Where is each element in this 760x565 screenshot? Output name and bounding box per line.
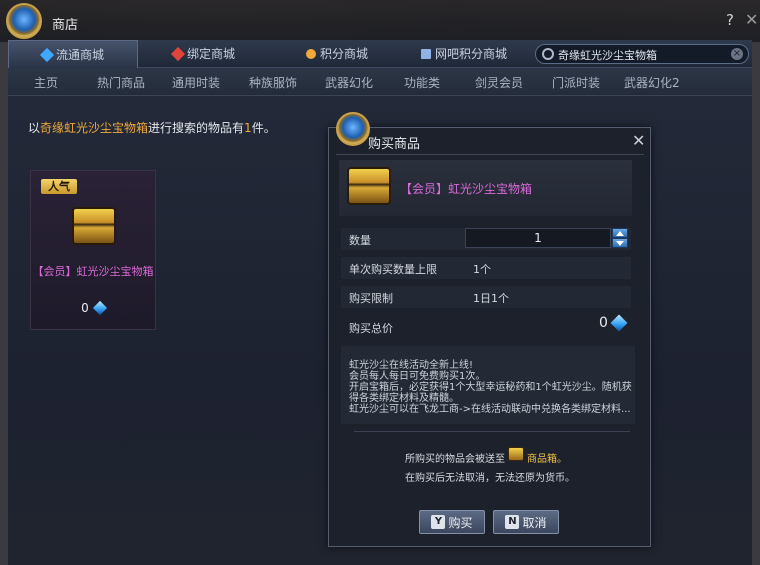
nav-item-costume[interactable]: 通用时装 <box>172 74 220 91</box>
nav-item-home[interactable]: 主页 <box>34 74 58 91</box>
shop-window: 商店 ? ✕ 流通商城 绑定商城 积分商城 网吧积分商城 奇缘虹光沙尘宝物箱 ×… <box>0 0 760 565</box>
item-box-label: 商品箱。 <box>527 454 567 465</box>
help-icon[interactable]: ? <box>726 11 734 29</box>
shop-logo-icon <box>336 112 370 146</box>
search-input[interactable]: 奇缘虹光沙尘宝物箱 × <box>535 44 749 64</box>
search-icon <box>542 48 554 60</box>
description-line: 虹光沙尘可以在飞龙工商->在线活动联动中兑换各类绑定材料... <box>349 404 631 415</box>
cancel-label: 取消 <box>522 515 547 530</box>
divider <box>354 431 630 432</box>
shop-logo-icon <box>6 3 42 39</box>
total-value: 0 <box>599 315 608 331</box>
quantity-decrease-button[interactable] <box>612 238 628 248</box>
gold-coin-icon <box>306 49 316 59</box>
nav-item-weapon-skin-2[interactable]: 武器幻化2 <box>624 74 680 91</box>
dialog-item-name: 【会员】虹光沙尘宝物箱 <box>400 182 533 196</box>
blue-gem-icon <box>92 300 107 316</box>
tab-label: 流通商城 <box>55 47 104 62</box>
buy-button[interactable]: Y 购买 <box>419 510 485 534</box>
item-price: 0 <box>31 300 155 316</box>
close-icon[interactable]: ✕ <box>745 10 758 29</box>
tab-label: 网吧积分商城 <box>435 47 508 61</box>
restrict-label: 购买限制 <box>349 292 393 305</box>
hotkey-y: Y <box>431 515 446 529</box>
result-middle: 进行搜索的物品有 <box>148 121 245 135</box>
treasure-chest-icon <box>72 207 116 245</box>
item-card[interactable]: 人气 【会员】虹光沙尘宝物箱 0 <box>30 170 156 330</box>
red-gem-icon <box>170 46 186 62</box>
nav-item-weapon-skin[interactable]: 武器幻化 <box>325 74 373 91</box>
blue-gem-icon <box>39 47 55 62</box>
quantity-label: 数量 <box>349 234 371 247</box>
delivery-note-text: 所购买的物品会被送至 <box>405 454 505 465</box>
result-count: 1 <box>244 121 252 135</box>
dialog-title: 购买商品 <box>368 137 421 152</box>
tab-bound-mall[interactable]: 绑定商城 <box>170 40 236 68</box>
tab-label: 积分商城 <box>320 47 369 61</box>
arrow-down-icon <box>616 241 624 246</box>
limit-value: 1个 <box>473 263 491 276</box>
nav-item-hot[interactable]: 热门商品 <box>97 74 145 91</box>
buy-label: 购买 <box>448 515 473 530</box>
tab-points-mall[interactable]: 积分商城 <box>306 40 368 68</box>
category-nav: 主页 热门商品 通用时装 种族服饰 武器幻化 功能类 剑灵会员 门派时装 武器幻… <box>8 68 752 96</box>
limit-label: 单次购买数量上限 <box>349 263 437 276</box>
price-value: 0 <box>81 301 89 315</box>
nav-item-sect[interactable]: 门派时装 <box>552 74 600 91</box>
item-box-icon <box>508 447 524 461</box>
quantity-increase-button[interactable] <box>612 228 628 238</box>
divider <box>336 154 644 155</box>
cancel-button[interactable]: N 取消 <box>493 510 559 534</box>
tab-netcafe-mall[interactable]: 网吧积分商城 <box>421 40 507 68</box>
monitor-icon <box>421 49 431 59</box>
nav-item-race[interactable]: 种族服饰 <box>249 74 297 91</box>
result-suffix: 件。 <box>251 121 276 135</box>
item-name: 【会员】虹光沙尘宝物箱 <box>32 265 154 278</box>
search-value: 奇缘虹光沙尘宝物箱 <box>558 49 657 62</box>
total-label: 购买总价 <box>349 322 393 335</box>
popular-badge: 人气 <box>41 179 77 194</box>
treasure-chest-icon <box>347 167 391 205</box>
clear-search-icon[interactable]: × <box>731 48 743 60</box>
result-keyword: 奇缘虹光沙尘宝物箱 <box>40 121 149 135</box>
tab-circulation-mall[interactable]: 流通商城 <box>8 40 138 68</box>
delivery-note: 所购买的物品会被送至 商品箱。 <box>405 450 567 465</box>
result-prefix: 以 <box>28 121 41 135</box>
nav-item-vip[interactable]: 剑灵会员 <box>475 74 523 91</box>
quantity-value: 1 <box>534 231 542 245</box>
search-result-text: 以奇缘虹光沙尘宝物箱进行搜索的物品有1件。 <box>28 119 276 136</box>
nav-item-function[interactable]: 功能类 <box>404 74 440 91</box>
dialog-close-icon[interactable]: ✕ <box>632 131 645 150</box>
refund-note: 在购买后无法取消，无法还原为货币。 <box>405 473 575 484</box>
tab-label: 绑定商城 <box>187 47 236 61</box>
restrict-value: 1日1个 <box>473 292 509 305</box>
window-title: 商店 <box>52 18 79 33</box>
arrow-up-icon <box>616 231 624 236</box>
title-bar <box>0 0 760 42</box>
hotkey-n: N <box>505 515 520 529</box>
